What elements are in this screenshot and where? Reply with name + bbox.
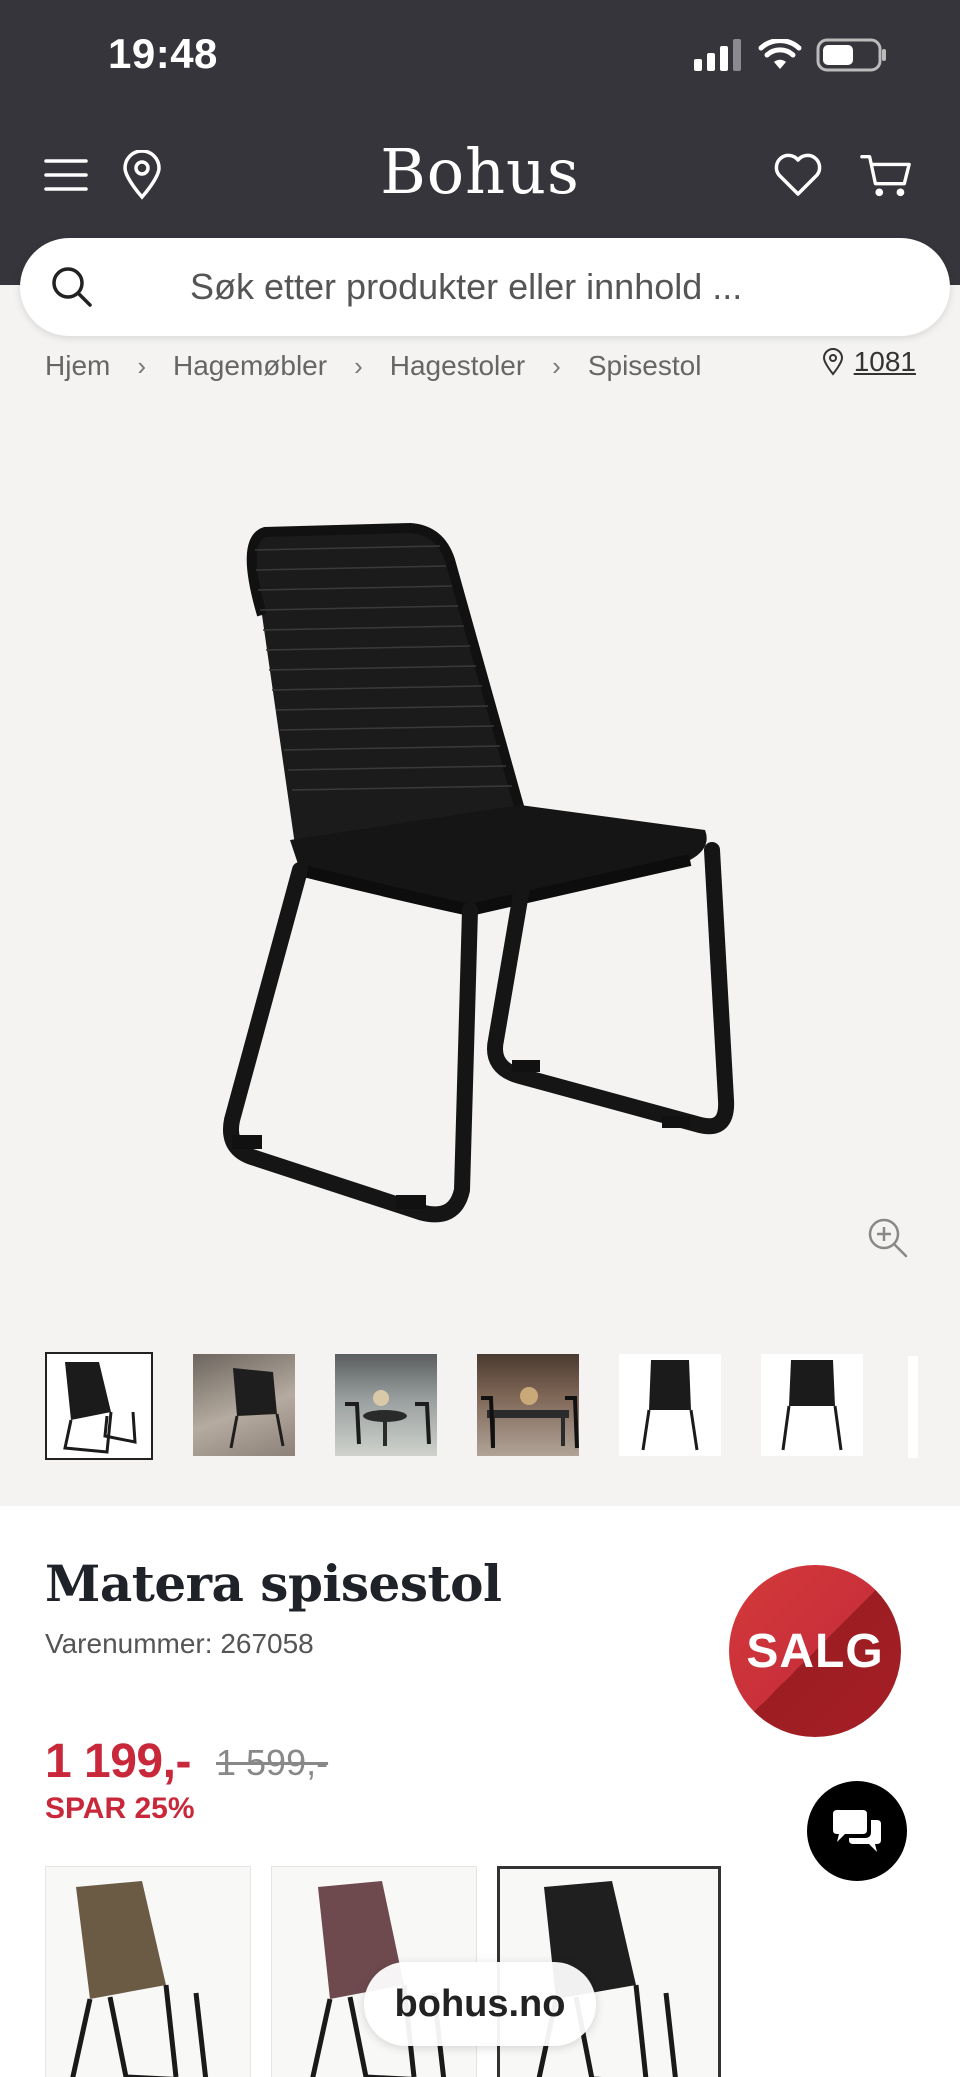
status-bar: 19:48 (0, 0, 960, 115)
status-icons (694, 38, 888, 72)
product-sku: Varenummer: 267058 (45, 1628, 314, 1659)
product-image[interactable] (0, 400, 960, 1300)
gallery-thumbnails (45, 1352, 863, 1460)
breadcrumb-home[interactable]: Hjem (45, 350, 110, 382)
chat-bubbles-icon (833, 1810, 881, 1852)
sale-price: 1 199,- (45, 1735, 191, 1788)
sale-badge: SALG (729, 1565, 901, 1737)
battery-icon (816, 38, 886, 72)
search-bar[interactable]: Søk etter produkter eller innhold ... (20, 238, 950, 336)
thumbnail-overflow (908, 1356, 918, 1458)
thumbnail-5[interactable] (619, 1354, 721, 1456)
sale-badge-label: SALG (746, 1624, 884, 1678)
postal-code[interactable]: 1081 (854, 346, 916, 378)
thumbnail-2[interactable] (193, 1354, 295, 1456)
breadcrumb-hagestoler[interactable]: Hagestoler (390, 350, 525, 382)
cellular-signal-icon (694, 39, 741, 71)
breadcrumb-hagemobler[interactable]: Hagemøbler (173, 350, 327, 382)
postal-code-selector[interactable]: 1081 (822, 346, 916, 378)
breadcrumb: Hjem › Hagemøbler › Hagestoler › Spisest… (45, 346, 701, 386)
status-time: 19:48 (108, 30, 218, 77)
site-url: bohus.no (394, 1982, 566, 2025)
original-price: 1 599,- (216, 1742, 329, 1783)
thumbnail-6[interactable] (761, 1354, 863, 1456)
zoom-in-icon[interactable] (866, 1216, 910, 1260)
variant-brown[interactable] (45, 1866, 251, 2077)
location-pin-icon (822, 348, 843, 376)
savings-label: SPAR 25% (45, 1792, 195, 1825)
chevron-right-icon: › (354, 350, 363, 381)
site-url-pill[interactable]: bohus.no (364, 1962, 596, 2046)
product-title: Matera spisestol (45, 1554, 502, 1613)
thumbnail-4[interactable] (477, 1354, 579, 1456)
wifi-icon (758, 39, 802, 69)
chair-illustration (223, 522, 735, 1223)
chevron-right-icon: › (552, 350, 561, 381)
thumbnail-1[interactable] (45, 1352, 153, 1460)
cart-icon[interactable] (860, 149, 912, 201)
breadcrumb-spisestol[interactable]: Spisestol (588, 350, 702, 382)
search-icon[interactable] (50, 265, 94, 309)
chat-button[interactable] (807, 1781, 907, 1881)
search-input[interactable]: Søk etter produkter eller innhold ... (190, 266, 742, 308)
wishlist-heart-icon[interactable] (772, 149, 824, 201)
chevron-right-icon: › (137, 350, 147, 381)
thumbnail-3[interactable] (335, 1354, 437, 1456)
